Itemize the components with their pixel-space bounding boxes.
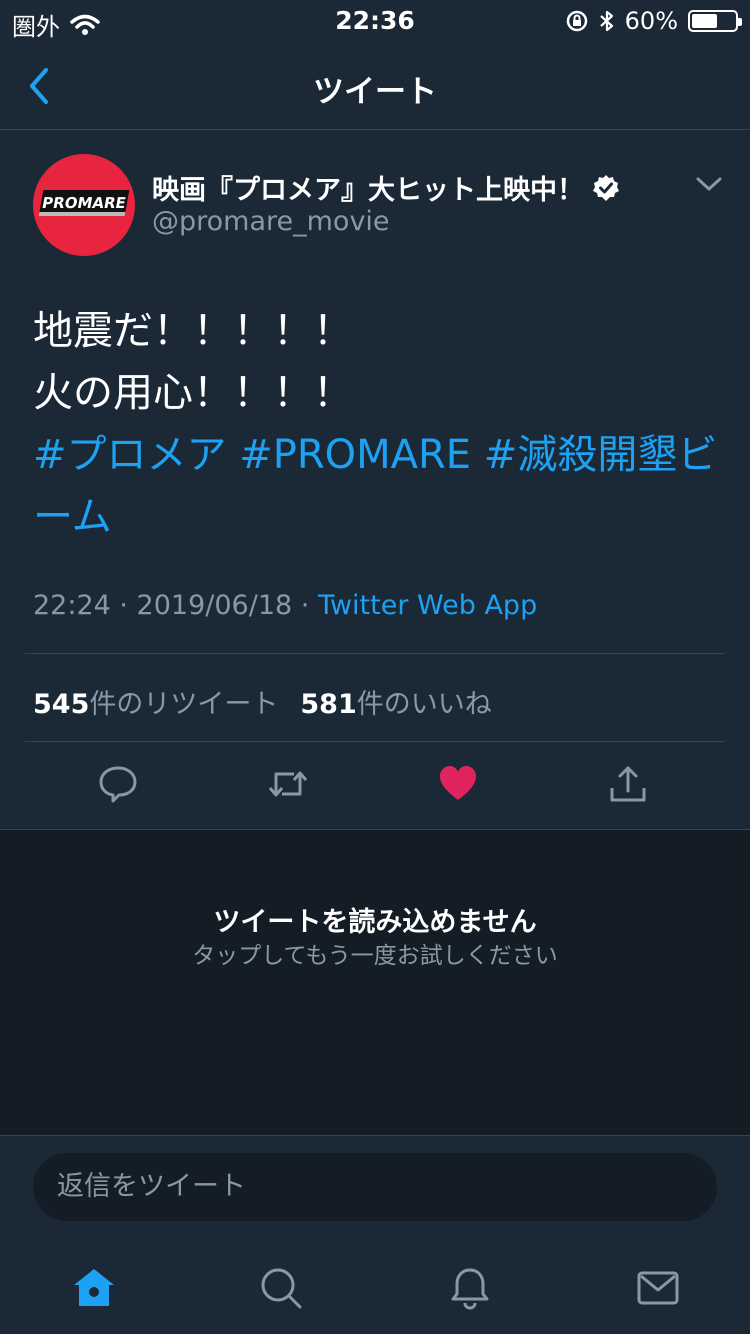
verified-badge-icon: [593, 174, 619, 201]
tweet-timestamp: 22:24 · 2019/06/18 ·: [33, 590, 318, 621]
reply-icon[interactable]: [98, 764, 138, 804]
reply-input[interactable]: 返信をツイート: [33, 1153, 717, 1221]
retweet-icon[interactable]: [268, 764, 308, 804]
battery-icon: [688, 10, 742, 32]
page-title: ツイート: [313, 74, 437, 110]
search-icon[interactable]: [259, 1266, 303, 1310]
retweets-label: 件のリツイート: [89, 689, 279, 720]
display-name[interactable]: 映画『プロメア』大ヒット上映中！: [152, 168, 620, 207]
likes-label: 件のいいね: [356, 689, 492, 720]
bluetooth-icon: [599, 10, 613, 32]
tweet-detail: PROMARE 映画『プロメア』大ヒット上映中！ @promare_movie …: [0, 130, 750, 830]
load-error-title: ツイートを読み込めません: [213, 907, 537, 938]
tweet-meta: 22:24 · 2019/06/18 · Twitter Web App: [33, 590, 537, 621]
retweets-count: 545: [33, 689, 90, 720]
rotation-lock-icon: [566, 10, 587, 32]
user-handle[interactable]: @promare_movie: [152, 206, 390, 237]
avatar-logo: PROMARE: [38, 190, 130, 216]
likes-stat[interactable]: 581件のいいね: [300, 682, 491, 721]
divider: [25, 653, 725, 654]
hashtags-link[interactable]: #プロメア #PROMARE #滅殺開墾ビーム: [33, 432, 717, 540]
messages-mail-icon[interactable]: [636, 1266, 680, 1310]
display-name-text: 映画『プロメア』大ヒット上映中！: [152, 175, 584, 206]
tweet-source-link[interactable]: Twitter Web App: [318, 590, 537, 621]
chevron-down-icon[interactable]: [696, 176, 722, 192]
tweet-text-line: 地震だ！！！！！: [33, 308, 353, 354]
avatar[interactable]: PROMARE: [33, 154, 135, 256]
tweet-actions: [0, 742, 750, 830]
share-icon[interactable]: [608, 764, 648, 804]
likes-count: 581: [300, 689, 357, 720]
notifications-bell-icon[interactable]: [448, 1266, 492, 1310]
status-right: 60%: [565, 7, 742, 35]
battery-fill: [692, 14, 718, 28]
load-error-subtitle: タップしてもう一度お試しください: [192, 943, 558, 969]
status-bar: 圏外 22:36 60%: [0, 0, 750, 42]
home-icon[interactable]: [72, 1266, 116, 1310]
tweet-body: 地震だ！！！！！ 火の用心！！！！ #プロメア #PROMARE #滅殺開墾ビー…: [33, 300, 723, 548]
nav-bar: ツイート: [0, 42, 750, 130]
heart-icon[interactable]: [438, 764, 478, 804]
tweet-text-line: 火の用心！！！！: [33, 370, 353, 416]
battery-percent: 60%: [624, 7, 678, 35]
retweets-stat[interactable]: 545件のリツイート: [33, 682, 278, 721]
load-error-state[interactable]: ツイートを読み込めません タップしてもう一度お試しください: [0, 830, 750, 1135]
tweet-stats: 545件のリツイート 581件のいいね: [33, 682, 492, 721]
bottom-area: 返信をツイート: [0, 1135, 750, 1334]
